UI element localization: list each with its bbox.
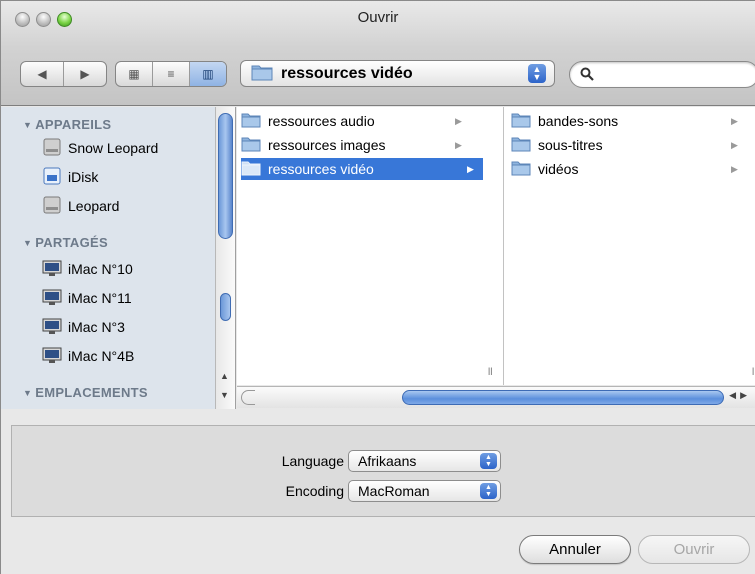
sidebar-item-imac-10[interactable]: iMac N°10 bbox=[42, 257, 133, 281]
network-computer-icon bbox=[42, 287, 62, 310]
column-view-button[interactable]: ▥ bbox=[190, 62, 226, 86]
encoding-value: MacRoman bbox=[358, 483, 430, 499]
network-computer-icon bbox=[42, 345, 62, 368]
hard-drive-icon bbox=[42, 195, 62, 218]
list-item[interactable]: vidéos ▶ bbox=[511, 158, 755, 180]
folder-icon bbox=[511, 160, 531, 179]
folder-icon bbox=[241, 136, 261, 155]
sidebar-section-shared[interactable]: ▼ PARTAGÉS bbox=[23, 235, 108, 250]
sidebar-scroll-thumb-secondary[interactable] bbox=[220, 293, 231, 321]
sidebar: ▼ APPAREILS Snow Leopard iDisk Leopard ▼ P… bbox=[1, 107, 236, 409]
language-popup[interactable]: Afrikaans ▲ ▼ bbox=[348, 450, 501, 472]
sidebar-scrollbar[interactable]: ▲ ▼ bbox=[215, 107, 235, 409]
forward-button[interactable]: ▶ bbox=[64, 62, 106, 86]
icon-view-icon: ▦ bbox=[128, 67, 140, 81]
back-arrow-icon: ◀ bbox=[37, 67, 47, 81]
sidebar-scroll-thumb[interactable] bbox=[218, 113, 233, 239]
folder-icon bbox=[511, 112, 531, 131]
list-item[interactable]: sous-titres ▶ bbox=[511, 134, 755, 156]
sidebar-section-places[interactable]: ▼ EMPLACEMENTS bbox=[23, 385, 148, 400]
sidebar-item-leopard[interactable]: Leopard bbox=[42, 194, 119, 218]
browser-horizontal-scrollbar[interactable]: ◀▶ bbox=[237, 386, 755, 408]
chevron-right-icon: ▶ bbox=[731, 115, 738, 126]
view-mode-segmented-control: ▦ ≡ ▥ bbox=[115, 61, 227, 87]
sidebar-item-imac-4b[interactable]: iMac N°4B bbox=[42, 344, 134, 368]
title-toolbar: Ouvrir ◀ ▶ ▦ ≡ ▥ ressources vidéo ▲ ▼ bbox=[1, 1, 755, 106]
list-item-selected[interactable]: ressources vidéo ▶ bbox=[241, 158, 483, 180]
sidebar-item-imac-11[interactable]: iMac N°11 bbox=[42, 286, 132, 310]
encoding-label: Encoding bbox=[285, 483, 344, 499]
chevron-right-icon: ▶ bbox=[731, 163, 738, 174]
column-view-icon: ▥ bbox=[202, 67, 214, 81]
idisk-icon bbox=[42, 166, 62, 189]
chevron-right-icon: ▶ bbox=[731, 139, 738, 150]
folder-icon bbox=[241, 160, 261, 179]
icon-view-button[interactable]: ▦ bbox=[116, 62, 153, 86]
scroll-arrows-icon[interactable]: ◀▶ bbox=[729, 390, 751, 401]
column-resize-grip[interactable]: ll bbox=[488, 367, 492, 378]
list-view-button[interactable]: ≡ bbox=[153, 62, 190, 86]
chevron-right-icon: ▶ bbox=[455, 139, 462, 150]
column-divider bbox=[503, 107, 504, 385]
folder-icon bbox=[511, 136, 531, 155]
location-popup[interactable]: ressources vidéo ▲ ▼ bbox=[240, 60, 555, 87]
list-item[interactable]: ressources images ▶ bbox=[241, 134, 483, 156]
sidebar-item-imac-3[interactable]: iMac N°3 bbox=[42, 315, 125, 339]
open-button[interactable]: Ouvrir bbox=[638, 535, 750, 564]
language-label: Language bbox=[281, 453, 344, 469]
scroll-up-arrow-icon[interactable]: ▲ bbox=[220, 371, 229, 381]
network-computer-icon bbox=[42, 316, 62, 339]
list-item[interactable]: ressources audio ▶ bbox=[241, 110, 483, 132]
column-browser: ressources audio ▶ ressources images ▶ r… bbox=[237, 107, 755, 385]
sidebar-section-devices[interactable]: ▼ APPAREILS bbox=[23, 117, 111, 132]
language-value: Afrikaans bbox=[358, 453, 417, 469]
search-icon bbox=[580, 67, 594, 84]
scroll-track-end bbox=[241, 390, 255, 405]
disclosure-triangle-icon: ▼ bbox=[23, 238, 33, 248]
back-button[interactable]: ◀ bbox=[21, 62, 64, 86]
window-title: Ouvrir bbox=[357, 9, 399, 26]
open-dialog-window: Ouvrir ◀ ▶ ▦ ≡ ▥ ressources vidéo ▲ ▼ ▼ … bbox=[0, 0, 755, 574]
location-label: ressources vidéo bbox=[281, 64, 413, 82]
popup-arrows-icon: ▲ ▼ bbox=[528, 64, 546, 83]
encoding-popup[interactable]: MacRoman ▲ ▼ bbox=[348, 480, 501, 502]
accessory-panel: Language Afrikaans ▲ ▼ Encoding MacRoman … bbox=[11, 425, 755, 517]
cancel-button[interactable]: Annuler bbox=[519, 535, 631, 564]
chevron-right-icon: ▶ bbox=[467, 163, 474, 174]
list-view-icon: ≡ bbox=[167, 67, 175, 81]
disclosure-triangle-icon: ▼ bbox=[23, 120, 33, 130]
column-resize-grip[interactable]: l bbox=[752, 367, 754, 378]
hard-drive-icon bbox=[42, 137, 62, 160]
popup-arrows-icon: ▲ ▼ bbox=[480, 453, 497, 469]
chevron-right-icon: ▶ bbox=[455, 115, 462, 126]
forward-arrow-icon: ▶ bbox=[80, 67, 90, 81]
sidebar-item-snow-leopard[interactable]: Snow Leopard bbox=[42, 136, 158, 160]
list-item[interactable]: bandes-sons ▶ bbox=[511, 110, 755, 132]
search-field[interactable] bbox=[569, 61, 755, 88]
folder-icon bbox=[251, 63, 273, 84]
popup-arrows-icon: ▲ ▼ bbox=[480, 483, 497, 499]
scroll-down-arrow-icon[interactable]: ▼ bbox=[220, 390, 229, 400]
folder-icon bbox=[241, 112, 261, 131]
network-computer-icon bbox=[42, 258, 62, 281]
horizontal-scroll-thumb[interactable] bbox=[402, 390, 724, 405]
navigation-segmented-control: ◀ ▶ bbox=[20, 61, 107, 87]
sidebar-item-idisk[interactable]: iDisk bbox=[42, 165, 98, 189]
disclosure-triangle-icon: ▼ bbox=[23, 388, 33, 398]
